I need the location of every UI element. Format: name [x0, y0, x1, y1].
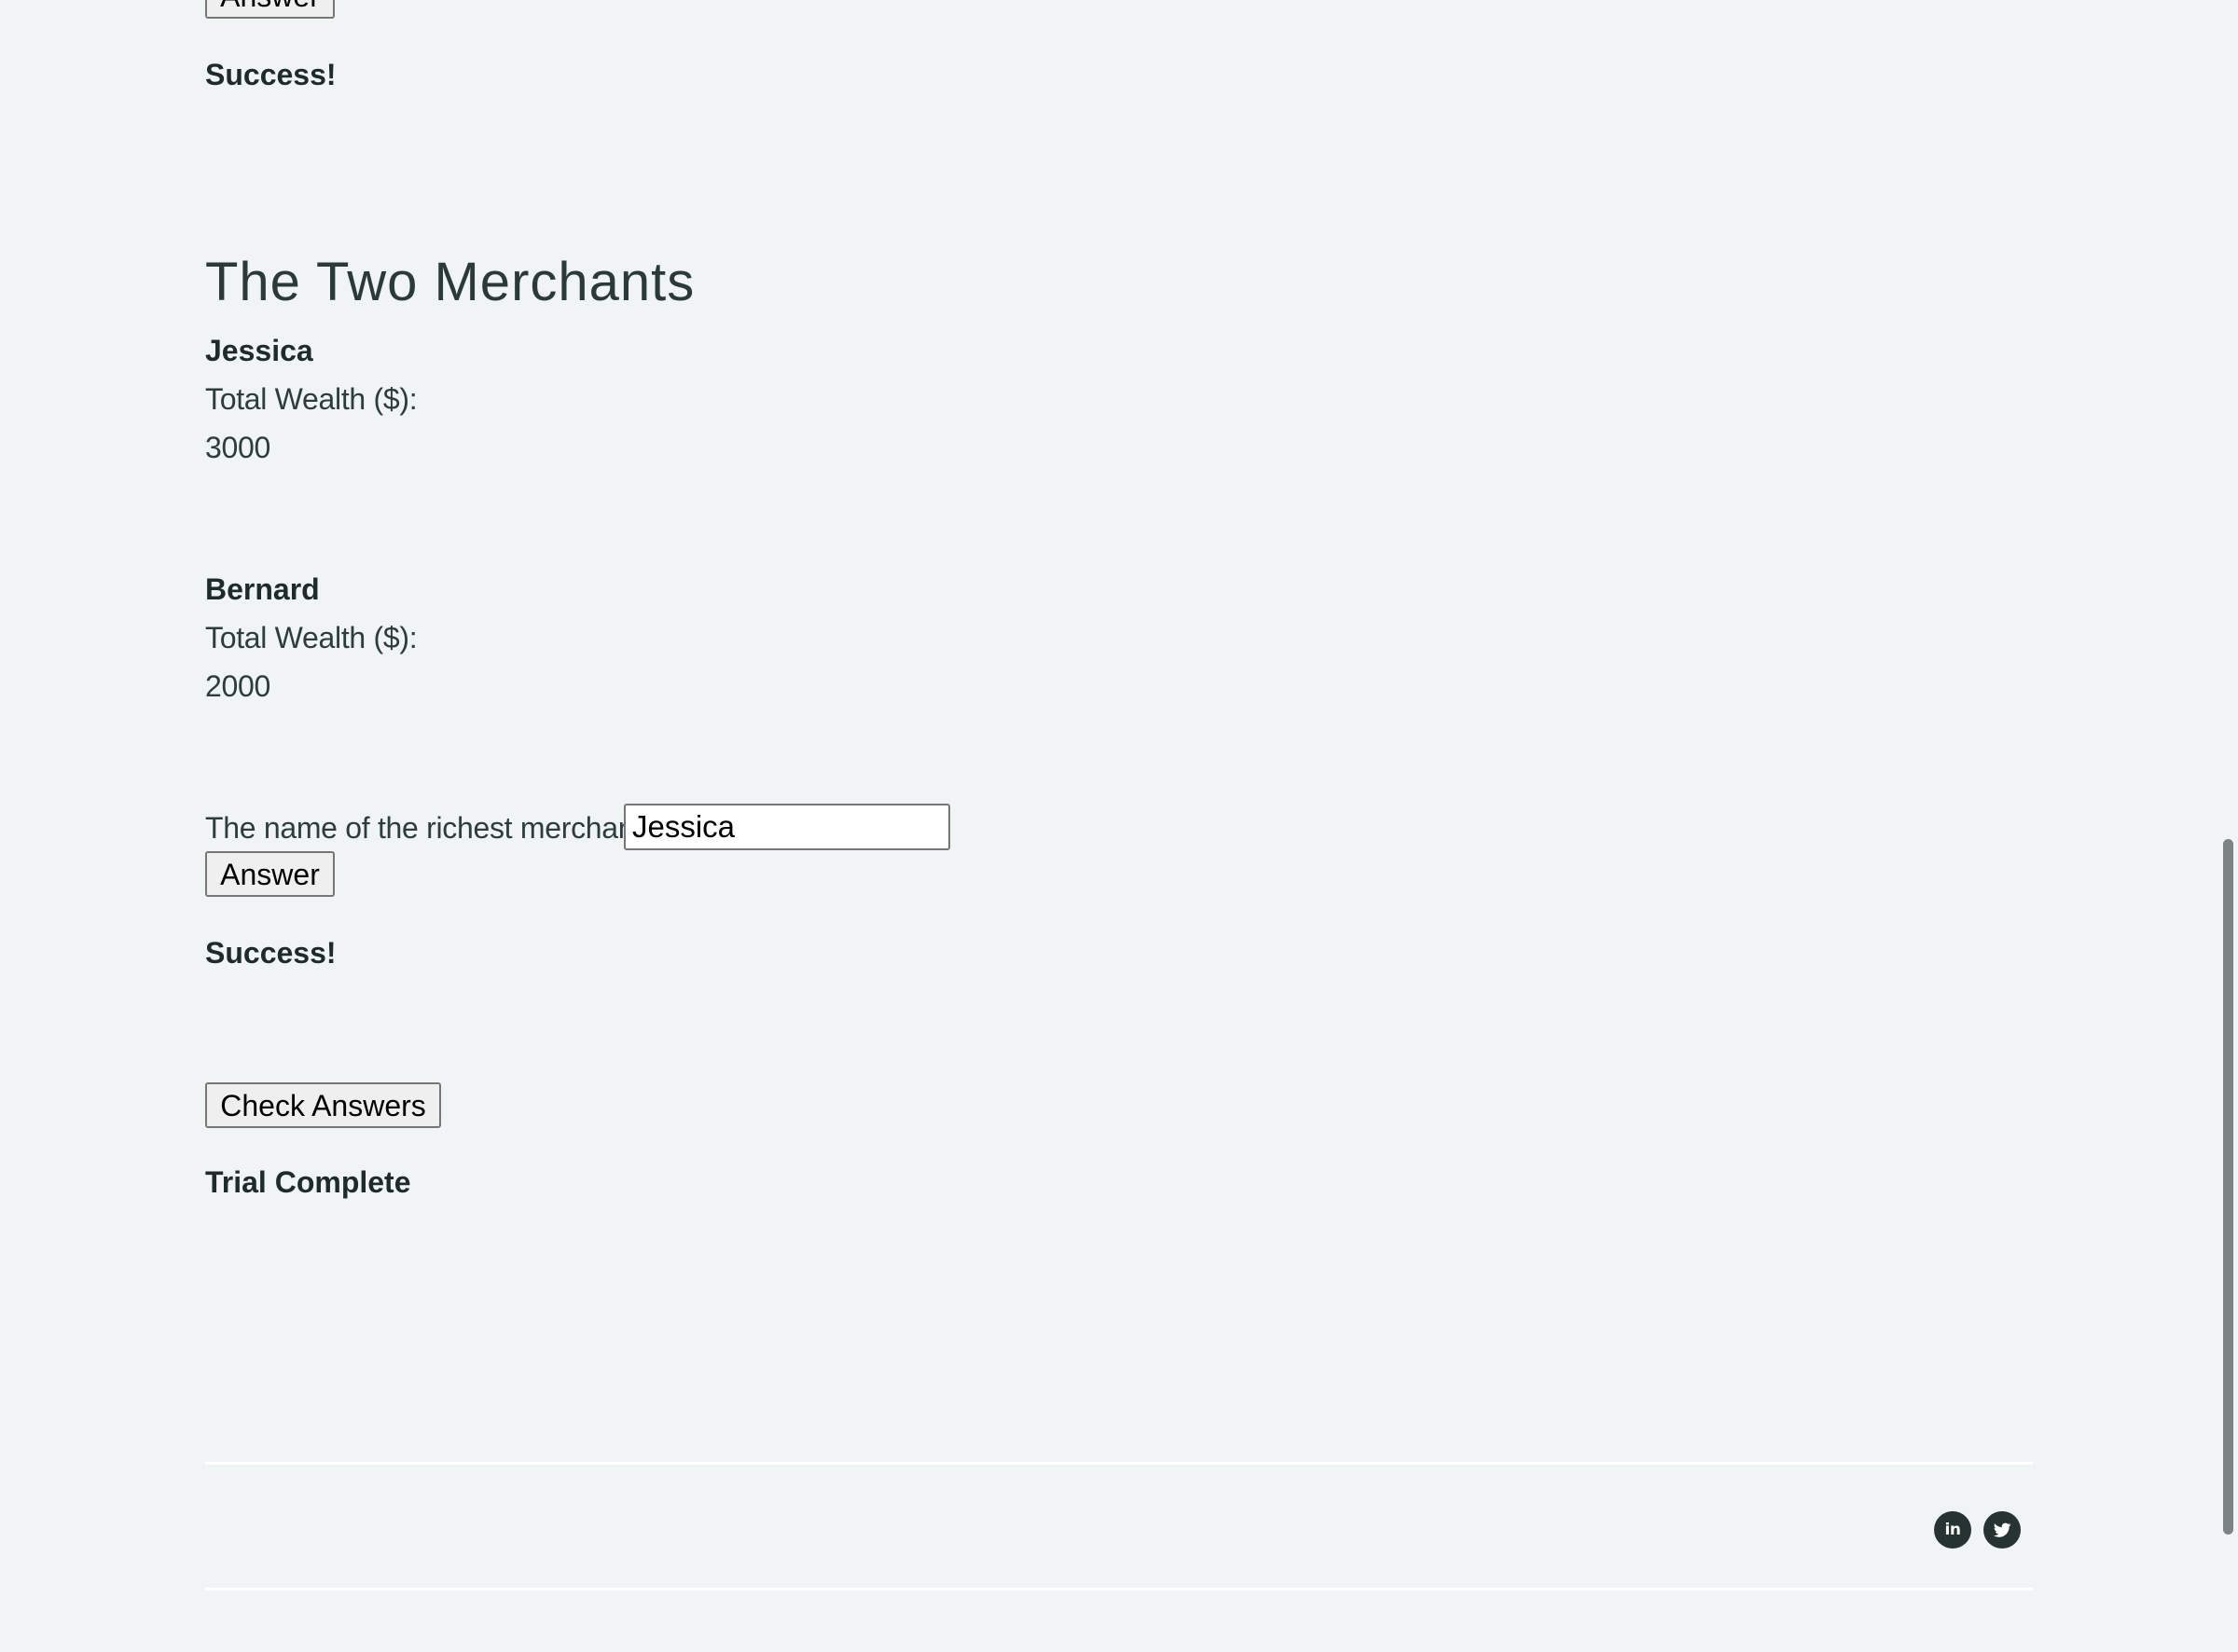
check-answers-button[interactable]: Check Answers: [205, 1082, 441, 1128]
merchant-wealth-value: 2000: [205, 669, 270, 703]
richest-merchant-input[interactable]: [624, 804, 950, 850]
question-label: The name of the richest merchant:: [205, 811, 651, 845]
trial-status-text: Trial Complete: [205, 1165, 411, 1199]
scrollbar-thumb[interactable]: [2223, 839, 2233, 1535]
previous-answer-button[interactable]: Answer: [205, 0, 335, 19]
puzzle-title: The Two Merchants: [205, 252, 696, 312]
merchant-name: Bernard: [205, 572, 320, 606]
merchant-wealth-value: 3000: [205, 431, 270, 464]
linkedin-icon[interactable]: in: [1934, 1511, 1971, 1549]
merchant-wealth-label: Total Wealth ($):: [205, 621, 418, 654]
twitter-icon[interactable]: [1983, 1511, 2021, 1549]
footer-top-divider: [205, 1462, 2033, 1465]
result-text: Success!: [205, 936, 337, 970]
merchant-wealth-label: Total Wealth ($):: [205, 382, 418, 416]
footer-bottom-divider: [205, 1588, 2033, 1590]
answer-button[interactable]: Answer: [205, 851, 335, 897]
previous-result-text: Success!: [205, 58, 337, 91]
merchant-name: Jessica: [205, 334, 313, 367]
